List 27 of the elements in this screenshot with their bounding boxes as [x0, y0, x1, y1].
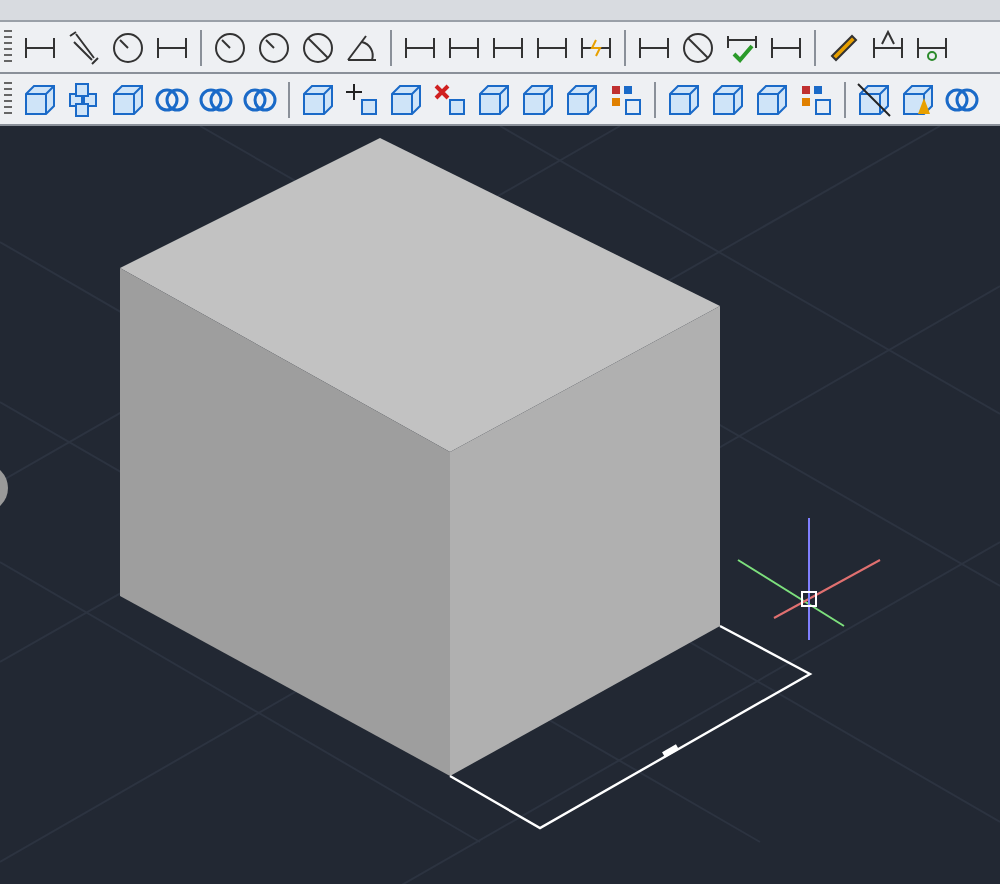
- cube-icon: [388, 81, 424, 117]
- cube-icon: [22, 81, 58, 117]
- ucs-crosshair-drawing: [737, 517, 881, 641]
- circle-icon: [680, 29, 716, 65]
- pencil-icon: [826, 29, 862, 65]
- cross-icon: [432, 81, 468, 117]
- cube-icon: [476, 81, 512, 117]
- cube-icon: [710, 81, 746, 117]
- cube-icon: [900, 81, 936, 117]
- dots-icon: [608, 81, 644, 117]
- arc-icon: [212, 29, 248, 65]
- dots-icon: [798, 81, 834, 117]
- cube-icon: [564, 81, 600, 117]
- toolbar-grip[interactable]: [4, 81, 12, 117]
- move-icon: [344, 81, 380, 117]
- cube-icon: [754, 81, 790, 117]
- circle-icon: [300, 29, 336, 65]
- cube-icon: [520, 81, 556, 117]
- arc-icon: [256, 29, 292, 65]
- toolbar-button[interactable]: [852, 77, 896, 121]
- cube-icon: [666, 81, 702, 117]
- toolbar-grip[interactable]: [4, 29, 12, 65]
- drawing-canvas[interactable]: [0, 126, 1000, 884]
- cube-icon: [856, 81, 892, 117]
- cube-icon: [300, 81, 336, 117]
- blocks-icon: [66, 81, 102, 117]
- arc-icon: [110, 29, 146, 65]
